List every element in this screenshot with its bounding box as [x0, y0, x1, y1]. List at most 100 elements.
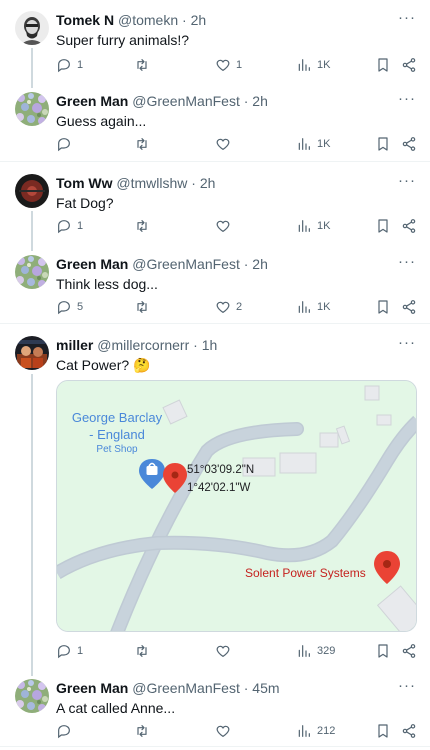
bookmark-button[interactable] [375, 297, 391, 317]
share-button[interactable] [401, 216, 417, 236]
action-bar: 5 2 1K [56, 297, 420, 317]
views-button[interactable]: 329 [296, 641, 335, 661]
post-item[interactable]: Green Man @GreenManFest · 45m ··· A cat … [0, 678, 430, 741]
post-item[interactable]: Green Man @GreenManFest · 2h ··· Think l… [0, 254, 430, 317]
views-button[interactable]: 1K [296, 297, 330, 317]
retweet-button[interactable] [134, 55, 155, 75]
action-bar: 1K [56, 134, 420, 154]
like-button[interactable] [215, 134, 236, 154]
bookmark-icon [378, 724, 388, 738]
handle[interactable]: @millercornerr [97, 337, 189, 353]
avatar[interactable] [15, 336, 49, 370]
avatar[interactable] [15, 255, 49, 289]
like-count: 2 [236, 301, 243, 313]
views-button[interactable]: 1K [296, 216, 330, 236]
avatar[interactable] [15, 92, 49, 126]
display-name[interactable]: Green Man [56, 680, 128, 696]
views-icon [298, 645, 310, 657]
like-count: 1 [236, 59, 243, 71]
bookmark-button[interactable] [375, 55, 391, 75]
like-icon [216, 59, 230, 72]
avatar[interactable] [15, 174, 49, 208]
coordinate-lat: 51°03'09.2"N [187, 464, 255, 476]
display-name[interactable]: Green Man [56, 256, 128, 272]
views-button[interactable]: 212 [296, 721, 335, 741]
avatar[interactable] [15, 679, 49, 713]
post-text: A cat called Anne... [56, 700, 176, 716]
like-icon [216, 725, 230, 738]
post-item[interactable]: Tomek N @tomekn · 2h ··· Super furry ani… [0, 10, 430, 73]
views-icon [298, 59, 310, 71]
handle[interactable]: @GreenManFest [132, 256, 240, 272]
reply-button[interactable]: 1 [56, 55, 83, 75]
business-name[interactable]: Solent Power Systems [245, 566, 366, 580]
timestamp[interactable]: 2h [252, 256, 268, 272]
reply-button[interactable]: 5 [56, 297, 83, 317]
views-icon [298, 301, 310, 313]
bookmark-button[interactable] [375, 721, 391, 741]
display-name[interactable]: Tomek N [56, 12, 114, 28]
like-button[interactable]: 1 [215, 55, 242, 75]
like-button[interactable] [215, 641, 236, 661]
share-button[interactable] [401, 134, 417, 154]
bookmark-button[interactable] [375, 216, 391, 236]
timestamp[interactable]: 1h [202, 337, 218, 353]
share-button[interactable] [401, 641, 417, 661]
display-name[interactable]: miller [56, 337, 93, 353]
retweet-button[interactable] [134, 721, 155, 741]
separator: · [239, 256, 253, 272]
share-button[interactable] [401, 55, 417, 75]
handle[interactable]: @tmwllshw [116, 175, 187, 191]
more-icon[interactable]: ··· [398, 335, 416, 350]
reply-button[interactable] [56, 134, 77, 154]
like-icon [216, 138, 230, 151]
more-icon[interactable]: ··· [398, 678, 416, 693]
like-button[interactable] [215, 216, 236, 236]
views-button[interactable]: 1K [296, 55, 330, 75]
timestamp[interactable]: 2h [252, 93, 268, 109]
share-button[interactable] [401, 721, 417, 741]
place-name[interactable]: George Barclay - England Pet Shop [61, 409, 173, 456]
retweet-button[interactable] [134, 216, 155, 236]
retweet-button[interactable] [134, 134, 155, 154]
avatar[interactable] [15, 11, 49, 45]
post-item[interactable]: Green Man @GreenManFest · 2h ··· Guess a… [0, 91, 430, 154]
more-icon[interactable]: ··· [398, 10, 416, 25]
coordinate-label: 51°03'09.2"N 1°42'02.1"W [187, 461, 254, 497]
share-icon [402, 300, 416, 314]
retweet-button[interactable] [134, 297, 155, 317]
display-name[interactable]: Tom Ww [56, 175, 113, 191]
like-button[interactable] [215, 721, 236, 741]
handle[interactable]: @tomekn [118, 12, 178, 28]
more-icon[interactable]: ··· [398, 254, 416, 269]
action-bar: 212 [56, 721, 420, 741]
timestamp[interactable]: 2h [191, 12, 207, 28]
bookmark-icon [378, 219, 388, 233]
reply-button[interactable] [56, 721, 77, 741]
more-icon[interactable]: ··· [398, 173, 416, 188]
like-button[interactable]: 2 [215, 297, 242, 317]
handle[interactable]: @GreenManFest [132, 680, 240, 696]
more-icon[interactable]: ··· [398, 91, 416, 106]
reply-button[interactable]: 1 [56, 641, 83, 661]
views-icon [298, 725, 310, 737]
views-count: 1K [317, 138, 331, 150]
share-icon [402, 58, 416, 72]
views-button[interactable]: 1K [296, 134, 330, 154]
post-item[interactable]: Tom Ww @tmwllshw · 2h ··· Fat Dog? 1 1K [0, 173, 430, 236]
display-name[interactable]: Green Man [56, 93, 128, 109]
timestamp[interactable]: 2h [200, 175, 216, 191]
timestamp[interactable]: 45m [252, 680, 279, 696]
views-count: 1K [317, 59, 331, 71]
bookmark-icon [378, 58, 388, 72]
retweet-button[interactable] [134, 641, 155, 661]
views-count: 329 [317, 645, 336, 657]
handle[interactable]: @GreenManFest [132, 93, 240, 109]
reply-button[interactable]: 1 [56, 216, 83, 236]
bookmark-button[interactable] [375, 134, 391, 154]
share-button[interactable] [401, 297, 417, 317]
map-image[interactable]: George Barclay - England Pet Shop 51°03'… [56, 380, 417, 632]
action-bar: 1 1K [56, 216, 420, 236]
like-icon [216, 645, 230, 658]
bookmark-button[interactable] [375, 641, 391, 661]
